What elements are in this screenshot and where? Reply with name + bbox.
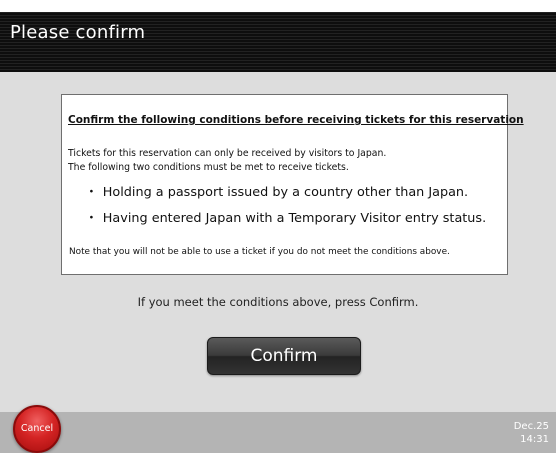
date-label: Dec.25: [513, 421, 549, 432]
condition-text: Having entered Japan with a Temporary Vi…: [102, 211, 487, 226]
notice-intro-line: Tickets for this reservation can only be…: [68, 148, 387, 159]
condition-item-entry-status: ・ Having entered Japan with a Temporary V…: [85, 207, 486, 226]
confirm-button[interactable]: Confirm: [207, 337, 361, 375]
condition-text: Holding a passport issued by a country o…: [102, 185, 469, 200]
notice-intro-line: The following two conditions must be met…: [68, 162, 349, 173]
datetime-display: Dec.25 14:31: [514, 420, 549, 446]
main-content: Confirm the following conditions before …: [0, 72, 556, 412]
notice-footer-note: Note that you will not be able to use a …: [69, 247, 450, 257]
condition-item-passport: ・ Holding a passport issued by a country …: [85, 181, 468, 200]
bullet-icon: ・: [85, 185, 98, 200]
conditions-notice: Confirm the following conditions before …: [61, 94, 524, 275]
confirmation-screen: Please confirm Confirm the following con…: [0, 0, 556, 453]
page-title: Please confirm: [10, 22, 146, 43]
bullet-icon: ・: [85, 211, 98, 226]
notice-heading: Confirm the following conditions before …: [68, 114, 524, 126]
time-label: 14:31: [520, 434, 549, 445]
confirm-prompt: If you meet the conditions above, press …: [137, 295, 419, 309]
title-bar: Please confirm: [0, 12, 556, 72]
footer-bar: [0, 412, 556, 453]
cancel-button[interactable]: Cancel: [13, 405, 61, 453]
